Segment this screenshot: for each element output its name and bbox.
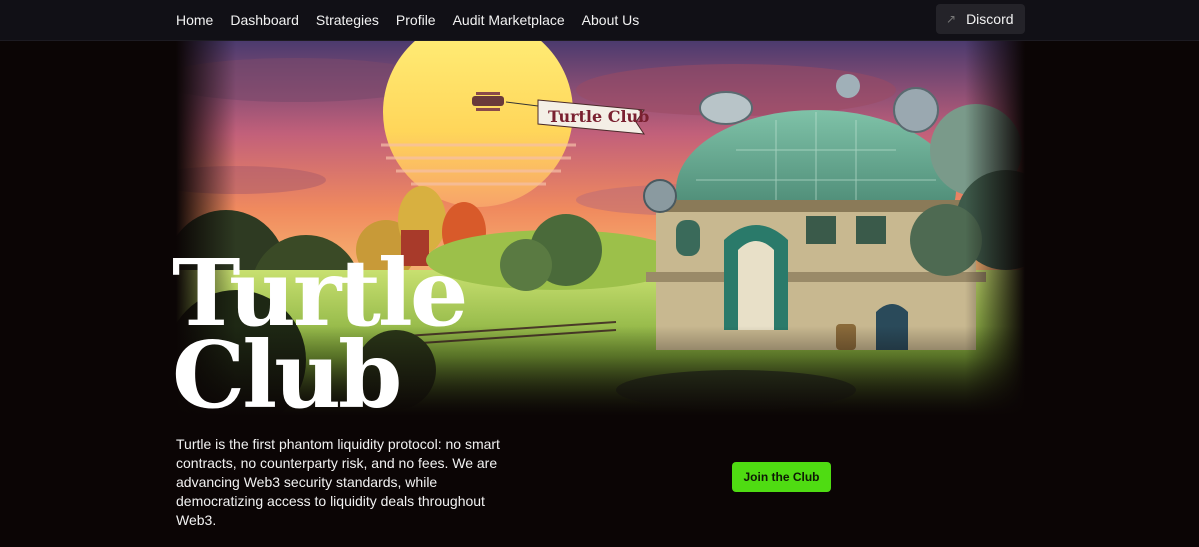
pond <box>616 370 856 410</box>
external-arrow-icon: ↗ <box>946 12 957 26</box>
discord-button[interactable]: ↗ Discord <box>936 4 1025 34</box>
hero-title: Turtle Club <box>172 247 468 421</box>
hero-description: Turtle is the first phantom liquidity pr… <box>176 436 500 528</box>
banner-text: Turtle Club <box>548 107 649 126</box>
tree <box>500 239 552 291</box>
nav-link-audit-marketplace[interactable]: Audit Marketplace <box>453 12 565 28</box>
nav-link-about-us[interactable]: About Us <box>582 12 640 28</box>
top-nav: Home Dashboard Strategies Profile Audit … <box>0 0 1199 41</box>
discord-label: Discord <box>966 11 1014 27</box>
nav-link-strategies[interactable]: Strategies <box>316 12 379 28</box>
nav-link-home[interactable]: Home <box>176 12 213 28</box>
nav-link-dashboard[interactable]: Dashboard <box>230 12 299 28</box>
join-the-club-button[interactable]: Join the Club <box>732 462 831 492</box>
nav-links: Home Dashboard Strategies Profile Audit … <box>176 0 639 40</box>
nav-link-profile[interactable]: Profile <box>396 12 436 28</box>
